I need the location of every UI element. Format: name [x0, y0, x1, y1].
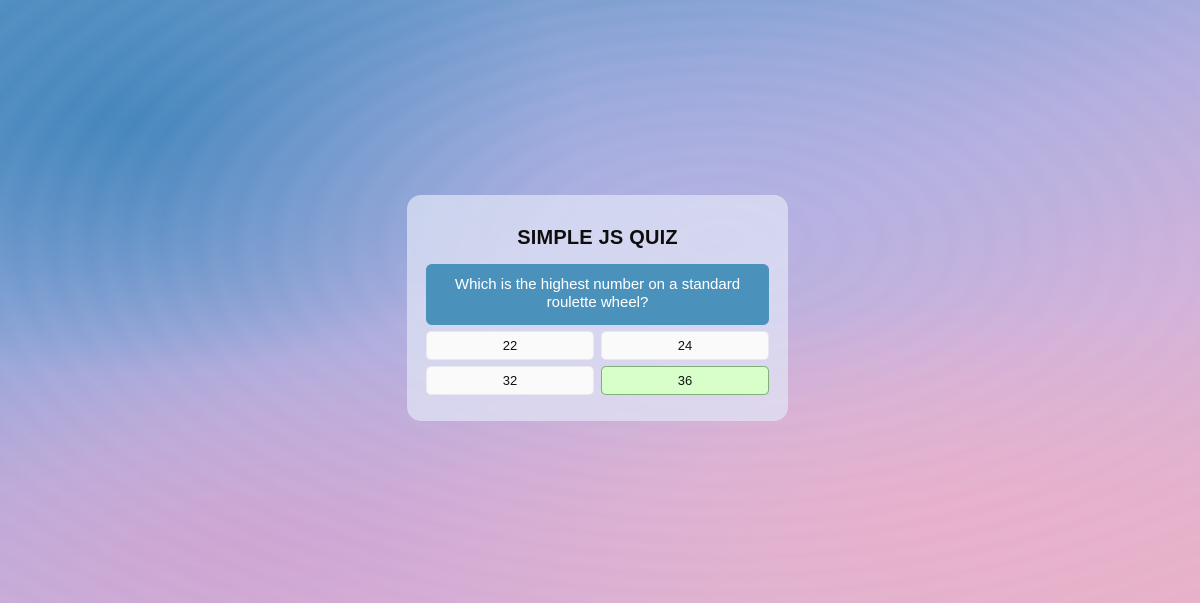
quiz-card: SIMPLE JS QUIZ Which is the highest numb…: [407, 195, 788, 421]
quiz-title: SIMPLE JS QUIZ: [517, 227, 678, 249]
answer-button-32[interactable]: 32: [426, 366, 594, 395]
question-text: Which is the highest number on a standar…: [426, 264, 769, 325]
answer-button-24[interactable]: 24: [601, 331, 769, 360]
answer-button-36[interactable]: 36: [601, 366, 769, 395]
answer-button-22[interactable]: 22: [426, 331, 594, 360]
answer-grid: 22 24 32 36: [426, 331, 769, 395]
